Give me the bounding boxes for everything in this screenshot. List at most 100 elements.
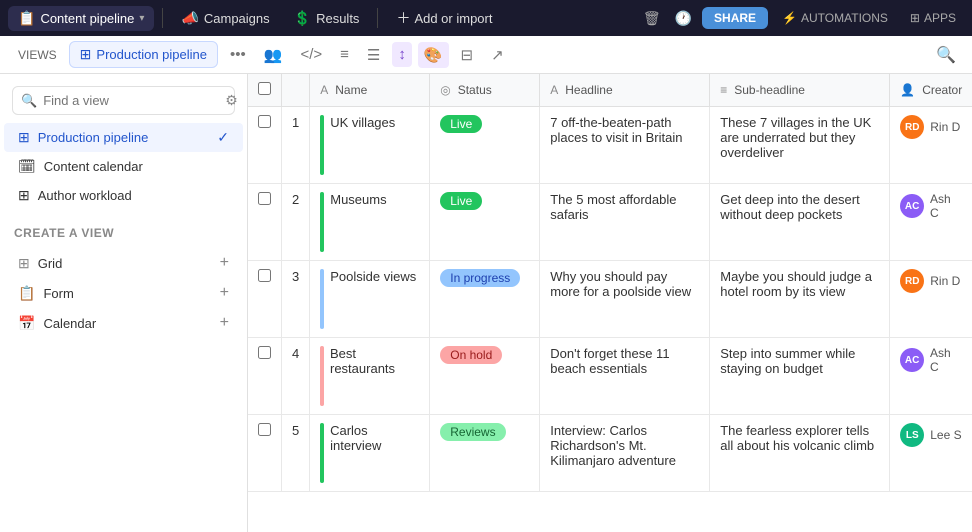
row-status[interactable]: On hold <box>430 338 540 415</box>
row-color-bar <box>320 346 324 406</box>
grid-plus-icon[interactable]: + <box>220 254 229 272</box>
th-name[interactable]: A Name <box>310 74 430 107</box>
fields-button[interactable]: ☰ <box>361 42 386 68</box>
row-subheadline[interactable]: Step into summer while staying on budget <box>710 338 890 415</box>
chevron-down-icon: ▾ <box>139 13 144 24</box>
calendar-label: Calendar <box>43 316 96 331</box>
form-create-icon: 📋 <box>18 285 35 302</box>
row-checkbox[interactable] <box>258 192 271 205</box>
nav-divider-2 <box>377 8 378 28</box>
nav-tab-results-label: Results <box>316 11 359 26</box>
nav-tab-campaigns[interactable]: 📣 Campaigns <box>171 6 279 31</box>
row-status[interactable]: In progress <box>430 261 540 338</box>
headline-value: 7 off-the-beaten-path places to visit in… <box>550 115 682 145</box>
th-status[interactable]: ◎ Status <box>430 74 540 107</box>
row-name[interactable]: Museums <box>310 184 430 261</box>
form-plus-icon[interactable]: + <box>220 284 229 302</box>
name-value: Best restaurants <box>330 346 419 376</box>
row-color-bar <box>320 423 324 483</box>
row-checkbox-cell[interactable] <box>248 184 282 261</box>
workload-icon: ⊞ <box>18 187 30 204</box>
results-icon: 💲 <box>294 10 311 27</box>
row-name[interactable]: Carlos interview <box>310 415 430 492</box>
nav-tab-content-pipeline[interactable]: 📋 Content pipeline ▾ <box>8 6 154 31</box>
main-layout: 🔍 ⚙ ⊞ Production pipeline ✓ 🗓 Content ca… <box>0 74 972 532</box>
avatar: LS <box>900 423 924 447</box>
avatar: AC <box>900 348 924 372</box>
find-view-input[interactable] <box>43 93 219 108</box>
search-button[interactable]: 🔍 <box>932 41 960 69</box>
row-headline[interactable]: 7 off-the-beaten-path places to visit in… <box>540 107 710 184</box>
sidebar-item-author-workload[interactable]: ⊞ Author workload <box>4 181 243 210</box>
history-icon-button[interactable]: 🕐 <box>671 6 696 31</box>
headline-value: Why you should pay more for a poolside v… <box>550 269 691 299</box>
settings-icon[interactable]: ⚙ <box>225 92 238 109</box>
row-subheadline[interactable]: Maybe you should judge a hotel room by i… <box>710 261 890 338</box>
trash-icon-button[interactable]: 🗑 <box>639 6 665 31</box>
nav-divider <box>162 8 163 28</box>
sort-button[interactable]: ↕ <box>392 42 412 67</box>
row-name[interactable]: UK villages <box>310 107 430 184</box>
row-subheadline[interactable]: Get deep into the desert without deep po… <box>710 184 890 261</box>
calendar-plus-icon[interactable]: + <box>220 314 229 332</box>
subheadline-col-icon: ≡ <box>720 83 727 97</box>
row-status[interactable]: Live <box>430 184 540 261</box>
row-subheadline[interactable]: The fearless explorer tells all about hi… <box>710 415 890 492</box>
create-view-grid[interactable]: ⊞ Grid + <box>14 248 233 278</box>
row-checkbox[interactable] <box>258 269 271 282</box>
create-view-form[interactable]: 📋 Form + <box>14 278 233 308</box>
row-headline[interactable]: Interview: Carlos Richardson's Mt. Kilim… <box>540 415 710 492</box>
plus-icon: ＋ <box>396 8 410 28</box>
create-view-calendar[interactable]: 📅 Calendar + <box>14 308 233 338</box>
th-headline-label: Headline <box>565 83 612 97</box>
group-button[interactable]: 👥 <box>258 42 289 68</box>
active-view-tab[interactable]: ⊞ Production pipeline <box>69 41 218 68</box>
sidebar-item-production-pipeline[interactable]: ⊞ Production pipeline ✓ <box>4 123 243 152</box>
status-badge: Live <box>440 192 482 210</box>
table-button[interactable]: ⊟ <box>455 42 480 68</box>
row-number: 2 <box>282 184 310 261</box>
row-checkbox[interactable] <box>258 346 271 359</box>
sidebar: 🔍 ⚙ ⊞ Production pipeline ✓ 🗓 Content ca… <box>0 74 248 532</box>
second-toolbar: VIEWS ⊞ Production pipeline ••• 👥 </> ≡ … <box>0 36 972 74</box>
th-subheadline[interactable]: ≡ Sub-headline <box>710 74 890 107</box>
apps-icon: ⊞ <box>910 11 920 25</box>
row-number: 1 <box>282 107 310 184</box>
row-headline[interactable]: Why you should pay more for a poolside v… <box>540 261 710 338</box>
row-checkbox-cell[interactable] <box>248 261 282 338</box>
filter-button[interactable]: ≡ <box>334 42 355 67</box>
row-checkbox-cell[interactable] <box>248 415 282 492</box>
automations-button[interactable]: ⚡ AUTOMATIONS <box>774 7 896 29</box>
sidebar-author-workload-label: Author workload <box>38 188 132 203</box>
table-row: 2 Museums Live The 5 most affordable saf… <box>248 184 972 261</box>
grid-create-icon: ⊞ <box>18 255 30 272</box>
row-checkbox[interactable] <box>258 423 271 436</box>
sidebar-item-content-calendar[interactable]: 🗓 Content calendar <box>4 152 243 181</box>
color-button[interactable]: 🎨 <box>418 42 449 68</box>
sidebar-production-pipeline-label: Production pipeline <box>38 130 149 145</box>
row-checkbox[interactable] <box>258 115 271 128</box>
row-headline[interactable]: The 5 most affordable safaris <box>540 184 710 261</box>
grid-icon: ⊞ <box>18 129 30 146</box>
nav-tab-results[interactable]: 💲 Results <box>284 6 370 31</box>
row-name[interactable]: Poolside views <box>310 261 430 338</box>
row-checkbox-cell[interactable] <box>248 107 282 184</box>
th-creator[interactable]: 👤 Creator <box>890 74 972 107</box>
row-status[interactable]: Reviews <box>430 415 540 492</box>
row-subheadline[interactable]: These 7 villages in the UK are underrate… <box>710 107 890 184</box>
row-headline[interactable]: Don't forget these 11 beach essentials <box>540 338 710 415</box>
row-name[interactable]: Best restaurants <box>310 338 430 415</box>
th-name-label: Name <box>335 83 367 97</box>
apps-button[interactable]: ⊞ APPS <box>902 7 964 29</box>
add-import-button[interactable]: ＋ Add or import <box>386 4 502 32</box>
share-view-button[interactable]: ↗ <box>485 42 510 68</box>
name-value: Carlos interview <box>330 423 419 453</box>
row-checkbox-cell[interactable] <box>248 338 282 415</box>
campaigns-icon: 📣 <box>181 10 198 27</box>
code-button[interactable]: </> <box>294 42 328 67</box>
select-all-checkbox[interactable] <box>258 82 271 95</box>
row-status[interactable]: Live <box>430 107 540 184</box>
share-button[interactable]: SHARE <box>702 7 768 29</box>
more-options-button[interactable]: ••• <box>224 42 252 67</box>
th-headline[interactable]: A Headline <box>540 74 710 107</box>
